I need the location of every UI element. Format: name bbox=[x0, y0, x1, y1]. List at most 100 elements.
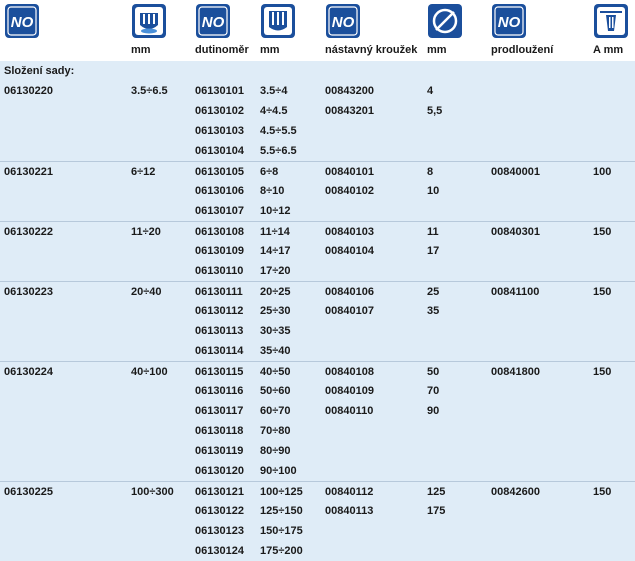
svg-text:NO: NO bbox=[332, 14, 355, 31]
table-cell: 5,5 bbox=[427, 105, 443, 117]
table-cell: 70÷80 bbox=[260, 425, 291, 437]
table-cell: 150 bbox=[593, 486, 612, 498]
table-cell: 06130107 bbox=[195, 205, 244, 217]
table-cell: 00840108 bbox=[325, 366, 374, 378]
table-row: 06130112 25÷30 00840107 35 bbox=[0, 301, 635, 321]
table-row: 06130113 30÷35 bbox=[0, 321, 635, 341]
table-cell: 60÷70 bbox=[260, 405, 291, 417]
table-cell: 06130116 bbox=[195, 385, 244, 397]
table-cell: 06130222 bbox=[4, 226, 53, 238]
table-row: 06130123 150÷175 bbox=[0, 521, 635, 541]
table-cell: 06130108 bbox=[195, 226, 244, 238]
table-cell: 06130121 bbox=[195, 486, 244, 498]
no-logo-icon: NO bbox=[4, 3, 40, 39]
table-cell: 3.5÷6.5 bbox=[131, 85, 168, 97]
table-cell: 17÷20 bbox=[260, 265, 291, 277]
table-row: 06130106 8÷10 00840102 10 bbox=[0, 181, 635, 201]
table-cell: 06130103 bbox=[195, 125, 244, 137]
table-cell: 06130110 bbox=[195, 265, 244, 277]
table-cell: 150 bbox=[593, 226, 612, 238]
table-cell: 00840106 bbox=[325, 286, 374, 298]
table-cell: 150 bbox=[593, 366, 612, 378]
table-cell: 80÷90 bbox=[260, 445, 291, 457]
no-logo-icon: NO bbox=[491, 3, 527, 39]
table-cell: 8 bbox=[427, 166, 434, 178]
table-cell: 50 bbox=[427, 366, 440, 378]
table-row: 06130124 175÷200 bbox=[0, 541, 635, 561]
table-cell: 00840110 bbox=[325, 405, 374, 417]
table-row: 06130223 20÷40 06130111 20÷25 00840106 25 0084… bbox=[0, 281, 635, 301]
table-cell: 06130115 bbox=[195, 366, 244, 378]
parts-table: NO NO NO NO mm dutinoměr mm nástavný kro… bbox=[0, 0, 635, 561]
table-cell: 50÷60 bbox=[260, 385, 291, 397]
table-cell: 06130122 bbox=[195, 505, 244, 517]
table-cell: 06130105 bbox=[195, 166, 244, 178]
table-row: 06130119 80÷90 bbox=[0, 441, 635, 461]
table-cell: 06130112 bbox=[195, 305, 244, 317]
set-composition-label-row: Složení sady: bbox=[0, 61, 635, 81]
header-a-mm: A mm bbox=[593, 44, 624, 56]
table-cell: 150÷175 bbox=[260, 525, 303, 537]
table-cell: 150 bbox=[593, 286, 612, 298]
table-cell: 90÷100 bbox=[260, 465, 297, 477]
table-cell: 125÷150 bbox=[260, 505, 303, 517]
icon-header-row: NO NO NO NO bbox=[0, 0, 635, 41]
table-cell: 25 bbox=[427, 286, 440, 298]
table-cell: 30÷35 bbox=[260, 325, 291, 337]
table-cell: 175 bbox=[427, 505, 446, 517]
table-row: 06130102 4÷4.5 00843201 5,5 bbox=[0, 101, 635, 121]
table-cell: 06130119 bbox=[195, 445, 244, 457]
table-cell: 70 bbox=[427, 385, 440, 397]
table-cell: 00843200 bbox=[325, 85, 374, 97]
table-cell: 10 bbox=[427, 185, 440, 197]
table-cell: 06130118 bbox=[195, 425, 244, 437]
table-cell: 00843201 bbox=[325, 105, 374, 117]
table-cell: 06130104 bbox=[195, 145, 244, 157]
table-cell: 35 bbox=[427, 305, 440, 317]
table-cell: 06130221 bbox=[4, 166, 53, 178]
table-cell: 5.5÷6.5 bbox=[260, 145, 297, 157]
table-cell: 8÷10 bbox=[260, 185, 285, 197]
table-cell: 20÷25 bbox=[260, 286, 291, 298]
no-logo-icon: NO bbox=[325, 3, 361, 39]
table-cell: 175÷200 bbox=[260, 545, 303, 557]
table-cell: 06130109 bbox=[195, 245, 244, 257]
table-row: 06130116 50÷60 00840109 70 bbox=[0, 381, 635, 401]
table-cell: 06130117 bbox=[195, 405, 244, 417]
table-cell: 00841100 bbox=[491, 286, 540, 298]
table-cell: 20÷40 bbox=[131, 286, 162, 298]
table-cell: 35÷40 bbox=[260, 345, 291, 357]
table-cell: 06130101 bbox=[195, 85, 244, 97]
table-cell: 17 bbox=[427, 245, 440, 257]
table-cell: 06130224 bbox=[4, 366, 53, 378]
table-cell: 4.5÷5.5 bbox=[260, 125, 297, 137]
table-cell: 4÷4.5 bbox=[260, 105, 288, 117]
table-cell: 06130106 bbox=[195, 185, 244, 197]
table-cell: 90 bbox=[427, 405, 440, 417]
table-cell: 100÷300 bbox=[131, 486, 174, 498]
table-cell: 00840104 bbox=[325, 245, 374, 257]
header-gauge-range-mm: mm bbox=[260, 44, 280, 56]
table-row: 06130221 6÷12 06130105 6÷8 00840101 8 00840001… bbox=[0, 161, 635, 181]
table-cell: 00840107 bbox=[325, 305, 374, 317]
table-row: 06130103 4.5÷5.5 bbox=[0, 121, 635, 141]
diameter-icon bbox=[427, 3, 463, 39]
table-cell: 06130223 bbox=[4, 286, 53, 298]
svg-text:NO: NO bbox=[498, 14, 521, 31]
table-cell: 06130113 bbox=[195, 325, 244, 337]
header-set-range-mm: mm bbox=[131, 44, 151, 56]
table-body: 06130220 3.5÷6.5 06130101 3.5÷4 00843200 4 061… bbox=[0, 81, 635, 561]
table-cell: 40÷50 bbox=[260, 366, 291, 378]
table-cell: 11÷14 bbox=[260, 226, 290, 238]
header-extension: prodloužení bbox=[491, 44, 554, 56]
table-cell: 10÷12 bbox=[260, 205, 291, 217]
table-cell: 00840109 bbox=[325, 385, 374, 397]
table-cell: 40÷100 bbox=[131, 366, 168, 378]
table-row: 06130220 3.5÷6.5 06130101 3.5÷4 00843200 4 bbox=[0, 81, 635, 101]
table-cell: 00840001 bbox=[491, 166, 540, 178]
table-cell: 14÷17 bbox=[260, 245, 291, 257]
table-cell: 3.5÷4 bbox=[260, 85, 288, 97]
table-cell: 06130220 bbox=[4, 85, 53, 97]
table-row: 06130222 11÷20 06130108 11÷14 00840103 11 0084… bbox=[0, 221, 635, 241]
table-cell: 125 bbox=[427, 486, 446, 498]
